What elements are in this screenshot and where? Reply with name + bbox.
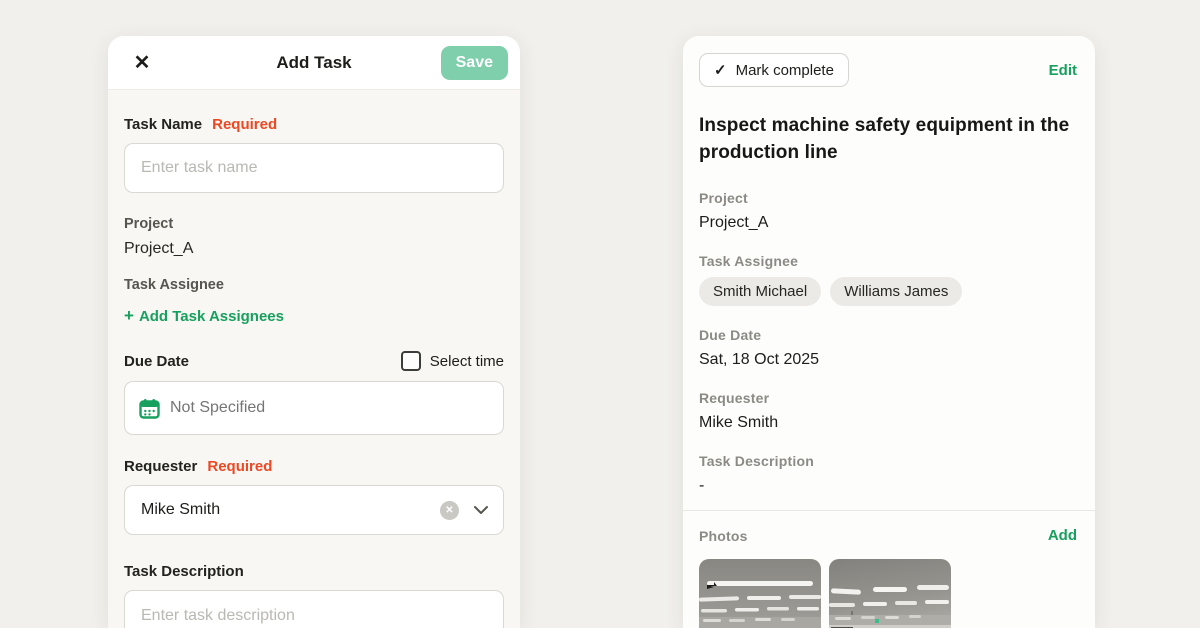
- assignee-chip: Smith Michael: [699, 277, 822, 306]
- modal-header: ✕ Add Task Save: [108, 36, 520, 90]
- mark-complete-button[interactable]: ✓ Mark complete: [699, 53, 849, 87]
- task-detail-panel: ✓ Mark complete Edit Inspect machine saf…: [683, 36, 1095, 628]
- detail-requester-value: Mike Smith: [699, 414, 779, 431]
- photo-thumbnail[interactable]: [699, 559, 821, 628]
- photo-thumbnail[interactable]: [829, 559, 951, 628]
- task-name-required-tag: Required: [212, 116, 278, 133]
- chevron-down-icon: [473, 505, 489, 515]
- detail-task-description-value: -: [699, 477, 705, 494]
- edit-link[interactable]: Edit: [1049, 62, 1079, 79]
- detail-project-label: Project: [699, 190, 748, 206]
- due-date-input[interactable]: [124, 381, 504, 435]
- photos-label: Photos: [699, 527, 748, 544]
- due-date-text-input[interactable]: [170, 399, 489, 417]
- requester-label: Requester: [124, 458, 198, 475]
- assignee-chip: Williams James: [830, 277, 963, 306]
- add-task-assignees-label: Add Task Assignees: [138, 307, 284, 325]
- due-date-label: Due Date: [124, 352, 190, 370]
- add-task-assignees-link[interactable]: + Add Task Assignees: [124, 306, 284, 326]
- section-divider: [683, 510, 1095, 511]
- plus-icon: +: [124, 306, 134, 325]
- detail-task-assignee-label: Task Assignee: [699, 253, 799, 269]
- requester-required-tag: Required: [207, 458, 273, 475]
- task-name-label: Task Name: [124, 116, 203, 133]
- task-title: Inspect machine safety equipment in the …: [699, 115, 1070, 163]
- requester-selected-value: Mike Smith: [141, 501, 221, 518]
- mark-complete-label: Mark complete: [735, 61, 834, 79]
- select-time-checkbox[interactable]: [400, 351, 421, 371]
- project-value: Project_A: [124, 240, 194, 257]
- requester-select[interactable]: Mike Smith ✕: [124, 485, 504, 535]
- select-time-label: Select time: [429, 352, 504, 370]
- task-assignee-label: Task Assignee: [124, 277, 224, 293]
- modal-body: Task Name Required Project Project_A Tas…: [108, 90, 520, 628]
- detail-requester-label: Requester: [699, 390, 770, 406]
- close-icon[interactable]: ✕: [128, 49, 156, 77]
- project-label: Project: [124, 216, 174, 232]
- check-icon: ✓: [714, 62, 727, 79]
- detail-task-description-label: Task Description: [699, 453, 814, 469]
- task-description-input[interactable]: [124, 590, 504, 628]
- select-time-option[interactable]: Select time: [400, 351, 504, 371]
- task-name-input[interactable]: [124, 143, 504, 193]
- save-button[interactable]: Save: [440, 45, 508, 80]
- task-description-label: Task Description: [124, 563, 244, 580]
- calendar-icon: [139, 398, 160, 419]
- add-photo-link[interactable]: Add: [1048, 527, 1079, 544]
- add-task-modal: ✕ Add Task Save Task Name Required Proje…: [108, 36, 520, 628]
- detail-project-value: Project_A: [699, 214, 769, 231]
- detail-due-date-label: Due Date: [699, 327, 762, 343]
- detail-due-date-value: Sat, 18 Oct 2025: [699, 351, 820, 368]
- clear-icon[interactable]: ✕: [440, 500, 459, 520]
